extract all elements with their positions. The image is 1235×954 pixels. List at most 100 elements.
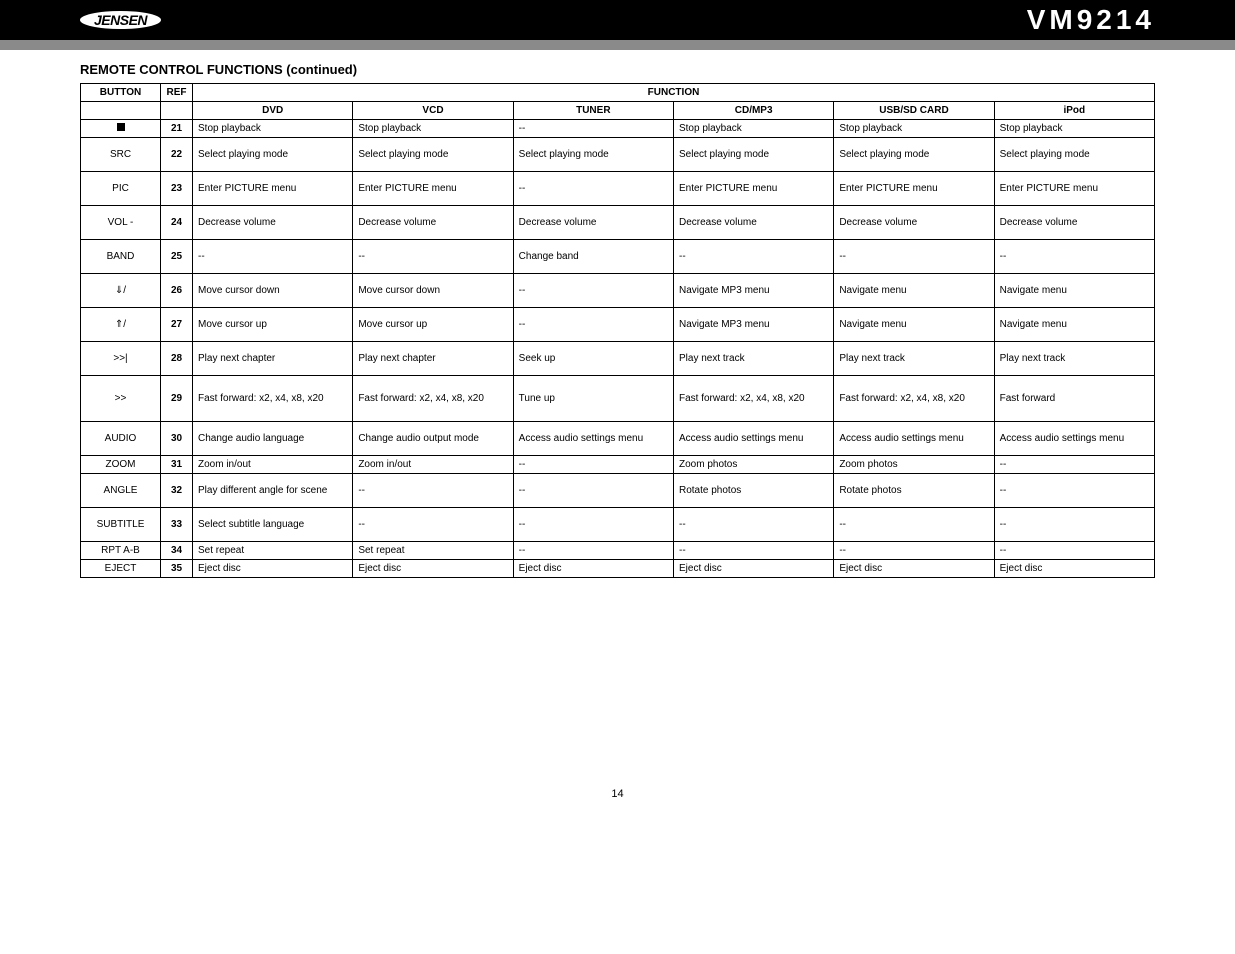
table-row: AUDIO30Change audio languageChange audio… — [81, 422, 1155, 456]
func-cell: -- — [513, 120, 673, 138]
remote-functions-table: BUTTON REF FUNCTION DVDVCDTUNERCD/MP3USB… — [80, 83, 1155, 578]
table-row: EJECT35Eject discEject discEject discEje… — [81, 560, 1155, 578]
button-cell: SUBTITLE — [81, 508, 161, 542]
func-cell: -- — [834, 542, 994, 560]
func-cell: Navigate MP3 menu — [673, 308, 833, 342]
func-cell: Fast forward: x2, x4, x8, x20 — [193, 376, 353, 422]
button-cell: EJECT — [81, 560, 161, 578]
func-cell: Fast forward: x2, x4, x8, x20 — [673, 376, 833, 422]
func-cell: Move cursor up — [193, 308, 353, 342]
func-cell: Select playing mode — [513, 138, 673, 172]
table-row: ZOOM31Zoom in/outZoom in/out--Zoom photo… — [81, 456, 1155, 474]
func-cell: Select playing mode — [353, 138, 513, 172]
func-cell: Enter PICTURE menu — [834, 172, 994, 206]
ref-cell: 25 — [161, 240, 193, 274]
button-cell: BAND — [81, 240, 161, 274]
func-cell: Eject disc — [193, 560, 353, 578]
func-cell: Tune up — [513, 376, 673, 422]
header-bar: JENSEN VM9214 — [0, 0, 1235, 40]
button-cell: PIC — [81, 172, 161, 206]
func-cell: Navigate menu — [994, 308, 1154, 342]
ref-cell: 32 — [161, 474, 193, 508]
func-cell: Decrease volume — [513, 206, 673, 240]
func-cell: Zoom in/out — [353, 456, 513, 474]
func-cell: Select playing mode — [193, 138, 353, 172]
func-cell: Navigate menu — [834, 274, 994, 308]
ref-cell: 29 — [161, 376, 193, 422]
func-cell: Eject disc — [834, 560, 994, 578]
ref-cell: 23 — [161, 172, 193, 206]
down-icon: ⇓ — [115, 285, 123, 296]
th-mode: DVD — [193, 102, 353, 120]
button-cell: ZOOM — [81, 456, 161, 474]
th-ref: REF — [161, 84, 193, 102]
func-cell: -- — [353, 240, 513, 274]
th-function: FUNCTION — [193, 84, 1155, 102]
func-cell: -- — [513, 172, 673, 206]
func-cell: Fast forward — [994, 376, 1154, 422]
th-mode: TUNER — [513, 102, 673, 120]
func-cell: -- — [353, 474, 513, 508]
func-cell: Decrease volume — [353, 206, 513, 240]
func-cell: Decrease volume — [193, 206, 353, 240]
func-cell: -- — [513, 508, 673, 542]
table-row: ⇑/27Move cursor upMove cursor up--Naviga… — [81, 308, 1155, 342]
func-cell: Enter PICTURE menu — [353, 172, 513, 206]
func-cell: -- — [994, 542, 1154, 560]
page-number: 14 — [80, 788, 1155, 800]
th-mode: iPod — [994, 102, 1154, 120]
divider-bar — [0, 40, 1235, 50]
func-cell: Zoom photos — [834, 456, 994, 474]
func-cell: Play next track — [673, 342, 833, 376]
func-cell: Move cursor up — [353, 308, 513, 342]
func-cell: -- — [353, 508, 513, 542]
button-cell: RPT A-B — [81, 542, 161, 560]
table-row: >>29Fast forward: x2, x4, x8, x20Fast fo… — [81, 376, 1155, 422]
table-row: 21Stop playbackStop playback--Stop playb… — [81, 120, 1155, 138]
ref-cell: 31 — [161, 456, 193, 474]
func-cell: Fast forward: x2, x4, x8, x20 — [353, 376, 513, 422]
button-cell: ⇑/ — [81, 308, 161, 342]
func-cell: -- — [994, 474, 1154, 508]
func-cell: Access audio settings menu — [673, 422, 833, 456]
button-cell — [81, 120, 161, 138]
func-cell: Play different angle for scene — [193, 474, 353, 508]
func-cell: Rotate photos — [673, 474, 833, 508]
button-cell: AUDIO — [81, 422, 161, 456]
th-button: BUTTON — [81, 84, 161, 102]
func-cell: Change audio language — [193, 422, 353, 456]
func-cell: Stop playback — [193, 120, 353, 138]
func-cell: Zoom photos — [673, 456, 833, 474]
ref-cell: 28 — [161, 342, 193, 376]
func-cell: Access audio settings menu — [513, 422, 673, 456]
table-row: ⇓/26Move cursor downMove cursor down--Na… — [81, 274, 1155, 308]
func-cell: Select subtitle language — [193, 508, 353, 542]
func-cell: Eject disc — [673, 560, 833, 578]
func-cell: Navigate MP3 menu — [673, 274, 833, 308]
func-cell: -- — [994, 508, 1154, 542]
model-number: VM9214 — [1027, 4, 1155, 36]
table-row: SRC22Select playing modeSelect playing m… — [81, 138, 1155, 172]
func-cell: Eject disc — [353, 560, 513, 578]
func-cell: Seek up — [513, 342, 673, 376]
func-cell: Eject disc — [994, 560, 1154, 578]
func-cell: Play next chapter — [193, 342, 353, 376]
th-mode: USB/SD CARD — [834, 102, 994, 120]
th-empty — [161, 102, 193, 120]
func-cell: Zoom in/out — [193, 456, 353, 474]
button-cell: SRC — [81, 138, 161, 172]
func-cell: -- — [673, 508, 833, 542]
func-cell: Navigate menu — [834, 308, 994, 342]
th-mode: CD/MP3 — [673, 102, 833, 120]
func-cell: Set repeat — [193, 542, 353, 560]
func-cell: Stop playback — [834, 120, 994, 138]
func-cell: Decrease volume — [673, 206, 833, 240]
func-cell: Select playing mode — [834, 138, 994, 172]
logo: JENSEN — [80, 11, 161, 29]
ref-cell: 30 — [161, 422, 193, 456]
func-cell: -- — [513, 456, 673, 474]
func-cell: Enter PICTURE menu — [193, 172, 353, 206]
func-cell: Access audio settings menu — [834, 422, 994, 456]
button-cell: ANGLE — [81, 474, 161, 508]
func-cell: Play next track — [994, 342, 1154, 376]
